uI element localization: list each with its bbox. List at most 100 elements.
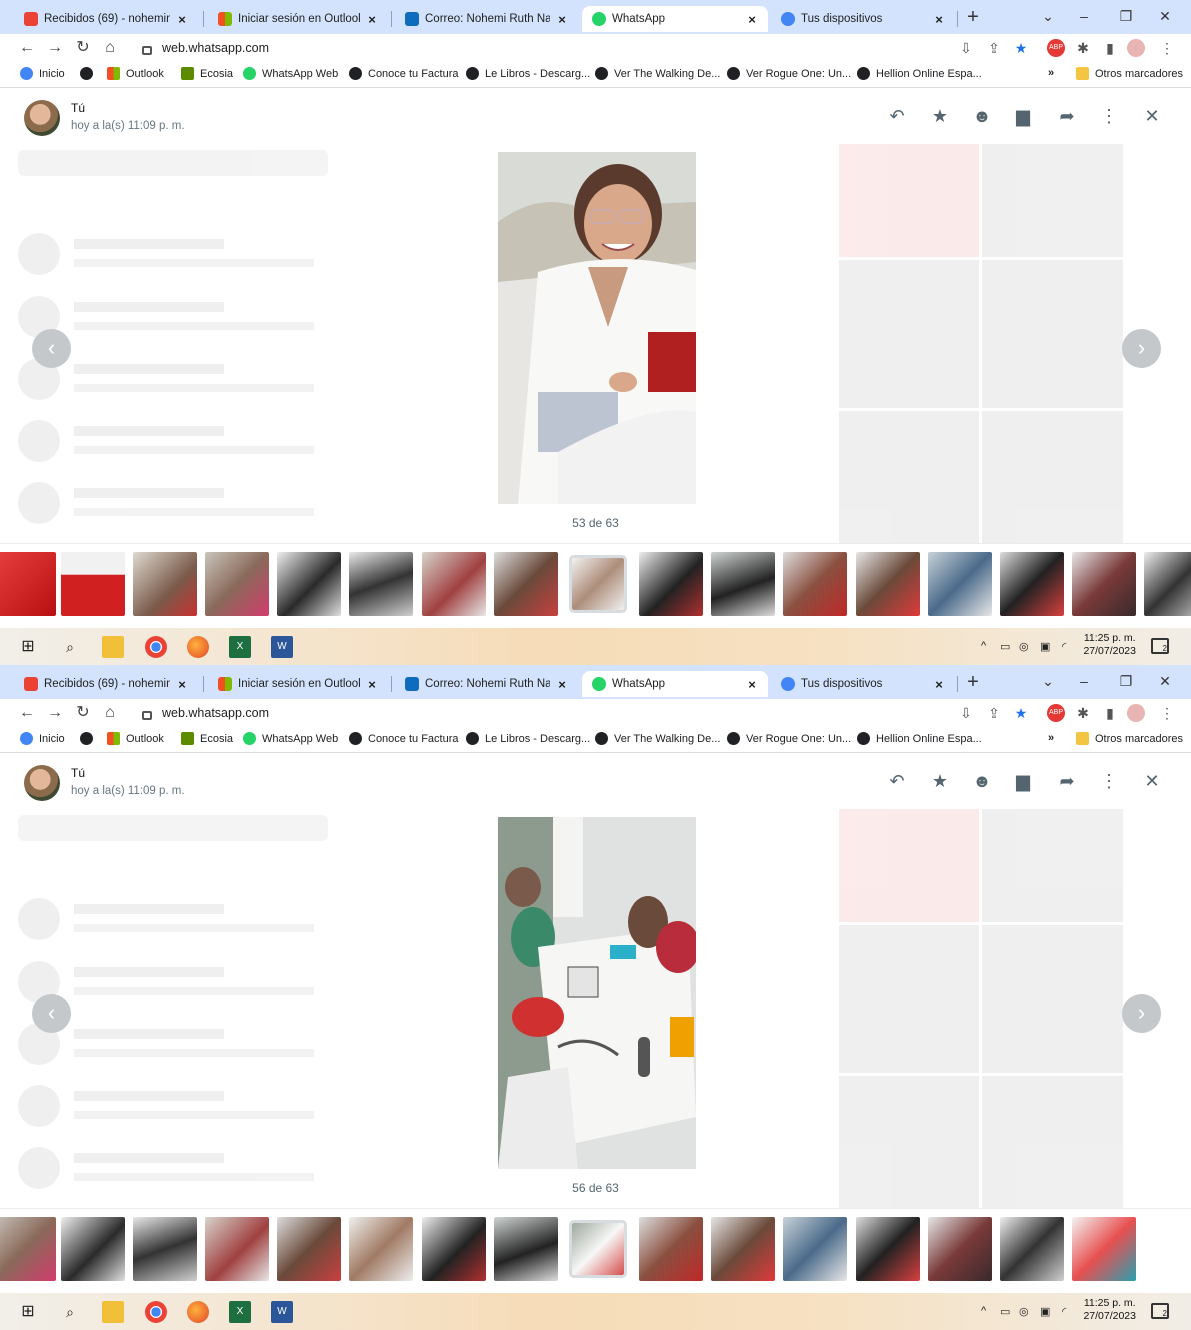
back-button[interactable]: ← (16, 37, 38, 59)
reply-icon[interactable]: ↶ (886, 770, 908, 792)
tab-whatsapp[interactable]: WhatsApp × (582, 671, 768, 697)
delete-icon[interactable]: ▆ (1012, 105, 1034, 127)
thumbnail[interactable] (494, 552, 558, 616)
delete-icon[interactable]: ▆ (1012, 770, 1034, 792)
reload-button[interactable]: ↻ (72, 702, 94, 724)
close-window-button[interactable]: ✕ (1152, 5, 1178, 27)
next-button[interactable]: › (1122, 329, 1161, 368)
star-icon[interactable]: ★ (1012, 39, 1030, 57)
word-icon[interactable]: W (271, 636, 293, 658)
bookmark-hellion[interactable]: Hellion Online Espa... (857, 67, 982, 80)
thumbnail[interactable] (61, 1217, 125, 1281)
bookmark-whatsapp-web[interactable]: WhatsApp Web (243, 67, 338, 80)
excel-icon[interactable]: X (229, 636, 251, 658)
tab-outlook-mail[interactable]: Correo: Nohemi Ruth Navarr × (395, 6, 578, 32)
tab-devices[interactable]: Tus dispositivos × (771, 671, 955, 697)
bookmark-walking-dead[interactable]: Ver The Walking De... (595, 67, 720, 80)
home-button[interactable]: ⌂ (99, 37, 121, 59)
thumbnail[interactable] (856, 552, 920, 616)
bookmark-lelibros[interactable]: Le Libros - Descarg... (466, 732, 590, 745)
reply-icon[interactable]: ↶ (886, 105, 908, 127)
thumbnail[interactable] (639, 1217, 703, 1281)
thumbnail[interactable] (205, 1217, 269, 1281)
close-icon[interactable]: × (364, 12, 380, 27)
extensions-icon[interactable]: ✱ (1074, 704, 1092, 722)
search-icon[interactable]: ⌕ (59, 1301, 81, 1323)
tab-gmail[interactable]: Recibidos (69) - noheminaju × (14, 671, 198, 697)
thumbnail[interactable] (349, 552, 413, 616)
previous-button[interactable]: ‹ (32, 329, 71, 368)
thumbnail[interactable] (422, 1217, 486, 1281)
close-icon[interactable]: × (554, 12, 570, 27)
thumbnail[interactable] (349, 1217, 413, 1281)
bookmarks-more[interactable]: » (1048, 732, 1054, 744)
thumbnail[interactable] (928, 552, 992, 616)
bookmark-rogue-one[interactable]: Ver Rogue One: Un... (727, 67, 851, 80)
sidepanel-icon[interactable]: ▮ (1101, 39, 1119, 57)
share-icon[interactable]: ⇪ (985, 704, 1003, 722)
thumbnail[interactable] (1072, 1217, 1136, 1281)
bookmark-factura[interactable]: Conoce tu Factura (349, 732, 459, 745)
windows-start-icon[interactable]: ⊞ (17, 1301, 39, 1323)
system-clock[interactable]: 11:25 p. m. 27/07/2023 (1083, 1297, 1136, 1323)
share-icon[interactable]: ⇪ (985, 39, 1003, 57)
tab-outlook-login[interactable]: Iniciar sesión en Outlook × (208, 6, 388, 32)
home-button[interactable]: ⌂ (99, 702, 121, 724)
profile-avatar[interactable] (1127, 704, 1145, 722)
emoji-icon[interactable]: ☻ (971, 105, 993, 127)
thumbnail-selected[interactable] (569, 555, 627, 613)
bookmark-walking-dead[interactable]: Ver The Walking De... (595, 732, 720, 745)
bookmark-rogue-one[interactable]: Ver Rogue One: Un... (727, 732, 851, 745)
bookmark-ecosia[interactable]: Ecosia (181, 67, 233, 80)
address-bar[interactable]: web.whatsapp.com (128, 701, 1038, 725)
thumbnail[interactable] (277, 552, 341, 616)
other-bookmarks[interactable]: Otros marcadores (1076, 732, 1183, 745)
bookmark-outlook[interactable]: Outlook (107, 67, 164, 80)
extensions-icon[interactable]: ✱ (1074, 39, 1092, 57)
back-button[interactable]: ← (16, 702, 38, 724)
chrome-icon[interactable] (145, 1301, 167, 1323)
firefox-icon[interactable] (187, 636, 209, 658)
close-icon[interactable]: × (174, 12, 190, 27)
forward-icon[interactable]: ➦ (1056, 105, 1078, 127)
install-icon[interactable]: ⇩ (957, 39, 975, 57)
restore-button[interactable]: ❐ (1113, 670, 1139, 692)
thumbnail[interactable] (133, 1217, 197, 1281)
wifi-icon[interactable]: ◜ (1062, 1305, 1066, 1318)
bookmarks-more[interactable]: » (1048, 67, 1054, 79)
forward-button[interactable]: → (44, 37, 66, 59)
thumbnail[interactable] (928, 1217, 992, 1281)
star-icon[interactable]: ★ (929, 770, 951, 792)
next-button[interactable]: › (1122, 994, 1161, 1033)
excel-icon[interactable]: X (229, 1301, 251, 1323)
bookmark-inicio[interactable]: Inicio (20, 732, 65, 745)
display-icon[interactable]: ▣ (1040, 1305, 1050, 1318)
thumbnail[interactable] (0, 552, 56, 616)
firefox-icon[interactable] (187, 1301, 209, 1323)
close-icon[interactable]: ✕ (1141, 770, 1163, 792)
adblock-icon[interactable]: ABP (1047, 704, 1065, 722)
close-icon[interactable]: × (744, 677, 760, 692)
other-bookmarks[interactable]: Otros marcadores (1076, 67, 1183, 80)
more-options-icon[interactable]: ⋮ (1098, 770, 1120, 792)
tab-whatsapp[interactable]: WhatsApp × (582, 6, 768, 32)
minimize-button[interactable]: – (1071, 670, 1097, 692)
thumbnail[interactable] (61, 552, 125, 616)
bookmark-lelibros[interactable]: Le Libros - Descarg... (466, 67, 590, 80)
reload-button[interactable]: ↻ (72, 37, 94, 59)
star-icon[interactable]: ★ (1012, 704, 1030, 722)
close-icon[interactable]: × (174, 677, 190, 692)
system-clock[interactable]: 11:25 p. m. 27/07/2023 (1083, 632, 1136, 658)
close-icon[interactable]: ✕ (1141, 105, 1163, 127)
thumbnail[interactable] (1000, 1217, 1064, 1281)
bookmark-globe[interactable] (80, 732, 99, 745)
word-icon[interactable]: W (271, 1301, 293, 1323)
profile-avatar[interactable] (1127, 39, 1145, 57)
adblock-icon[interactable]: ABP (1047, 39, 1065, 57)
bookmark-outlook[interactable]: Outlook (107, 732, 164, 745)
close-icon[interactable]: × (931, 677, 947, 692)
camera-icon[interactable]: ◎ (1019, 1305, 1029, 1318)
notifications-icon[interactable]: 2 (1151, 638, 1169, 654)
chevron-down-icon[interactable]: ⌄ (1035, 5, 1061, 27)
tab-outlook-mail[interactable]: Correo: Nohemi Ruth Navarr × (395, 671, 578, 697)
